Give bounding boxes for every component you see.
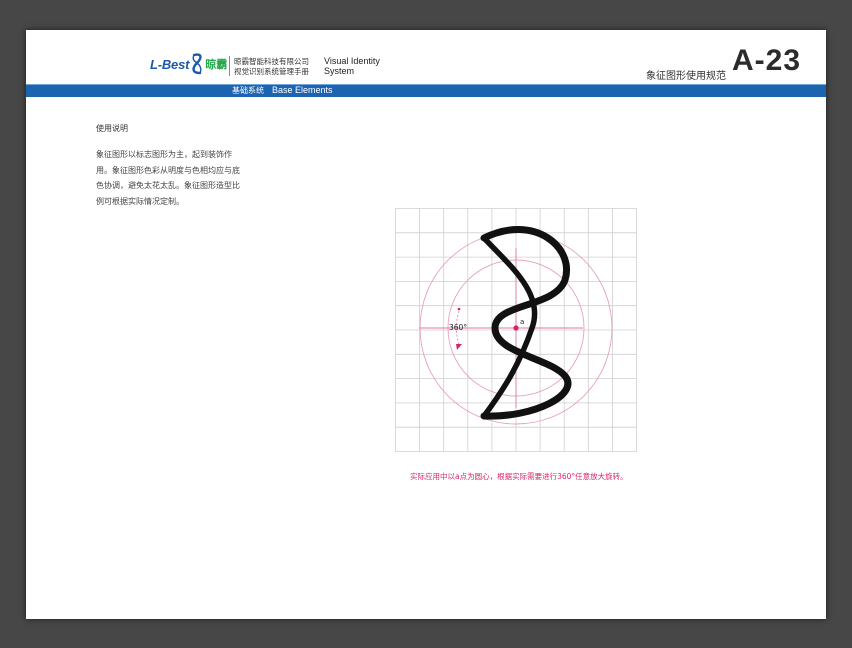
logo-text: L-Best [150,56,190,72]
logo-chinese-name: 晾霸 [205,58,228,71]
company-block: 晾霸智能科技有限公司 视觉识别系统管理手册 [234,57,309,76]
section-label-cn: 基础系统 [232,86,264,95]
header-divider [229,56,230,76]
section-label: 基础系统 Base Elements [232,84,333,97]
instructions-title: 使用说明 [96,124,128,133]
center-point-a [513,325,519,331]
rotation-angle-label: 360° [449,323,467,332]
symbol-rotation-diagram: a 360° [395,208,637,452]
diagram-caption: 实际应用中以a点为圆心，根据实际需要进行360°任意放大旋转。 [410,472,628,481]
vis-line-2: System [324,65,355,76]
manual-name: 视觉识别系统管理手册 [234,66,309,76]
logo-mark-icon [192,53,202,75]
page-code: A-23 [732,44,802,77]
instructions-body: 象征图形以标志图形为主，起到装饰作用。象征图形色彩从明度与色相均应与底色协调，避… [96,150,240,206]
company-name: 晾霸智能科技有限公司 [234,57,309,66]
brand-logo: L-Best 晾霸 [150,53,227,75]
vis-block: Visual Identity System [324,56,380,76]
rotation-arrowhead-icon [456,344,462,350]
section-band [26,84,826,97]
manual-page: L-Best 晾霸 晾霸智能科技有限公司 视觉识别系统管理手册 Visual I… [26,30,826,619]
page-title: 象征图形使用规范 [646,71,726,82]
rotation-start-dot [457,307,461,311]
section-label-en: Base Elements [272,85,333,95]
center-point-label: a [520,318,524,326]
